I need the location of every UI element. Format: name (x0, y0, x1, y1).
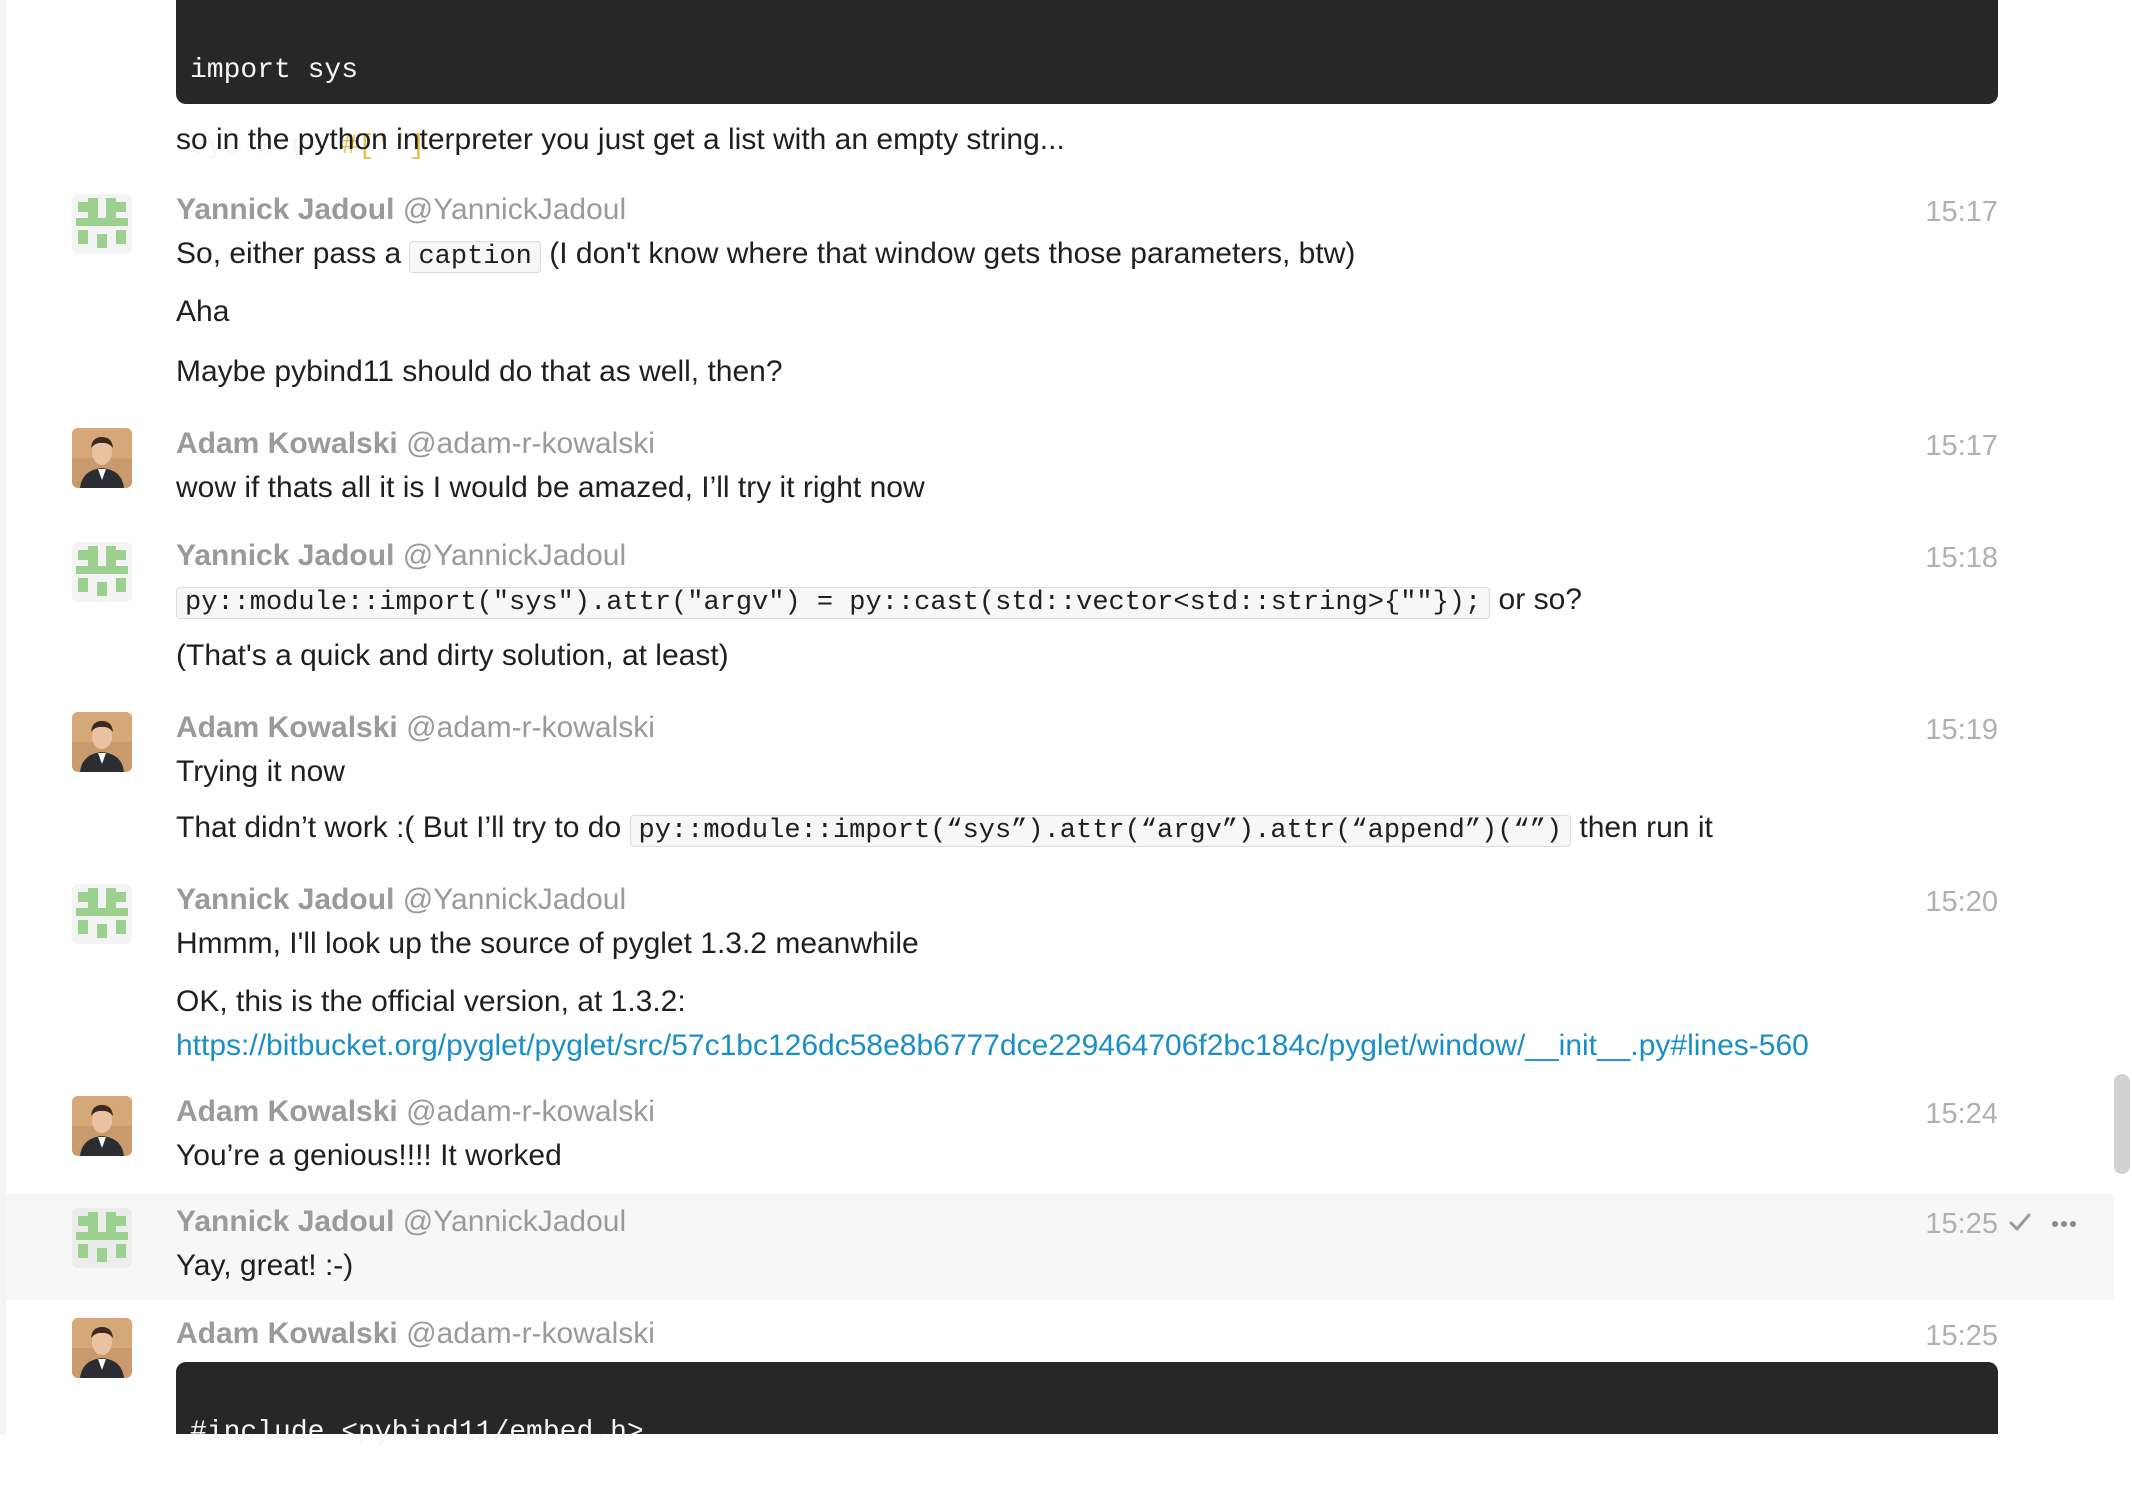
message-text: Yay, great! :-) (176, 1249, 354, 1282)
message-fragment: (I don't know where that window gets tho… (540, 237, 1356, 270)
person-photo-icon (72, 1096, 132, 1156)
person-photo-icon (72, 712, 132, 772)
identicon-icon (72, 884, 132, 944)
author-handle[interactable]: @YannickJadoul (403, 539, 626, 572)
user-avatar[interactable] (72, 1096, 132, 1156)
identicon-avatar[interactable] (72, 194, 132, 254)
person-photo-icon (72, 1318, 132, 1378)
message-link[interactable]: https://bitbucket.org/pyglet/pyglet/src/… (176, 1026, 1809, 1066)
code-line: import sys (190, 55, 359, 86)
inline-code: caption (409, 241, 541, 273)
message-text: py::module::import("sys").attr("argv") =… (176, 580, 1582, 623)
message-author[interactable]: Yannick Jadoul @YannickJadoul (176, 880, 626, 920)
message-time[interactable]: 15:25 (1925, 1204, 1998, 1244)
more-options-icon[interactable] (2050, 1210, 2078, 1238)
message-text: Aha (176, 295, 230, 328)
code-block-bottom: #include <pybind11/embed.h> (176, 1362, 1998, 1448)
message-author[interactable]: Yannick Jadoul @YannickJadoul (176, 190, 626, 230)
inline-code: py::module::import(“sys”).attr(“argv”).a… (629, 815, 1572, 847)
message-author[interactable]: Adam Kowalski @adam-r-kowalski (176, 1092, 655, 1132)
identicon-avatar[interactable] (72, 1208, 132, 1268)
identicon-icon (72, 194, 132, 254)
author-handle[interactable]: @adam-r-kowalski (406, 427, 655, 460)
message-fragment: or so? (1490, 583, 1582, 616)
message-author[interactable]: Adam Kowalski @adam-r-kowalski (176, 1314, 655, 1354)
message-time[interactable]: 15:24 (1925, 1094, 1998, 1134)
author-handle[interactable]: @YannickJadoul (403, 193, 626, 226)
author-handle[interactable]: @YannickJadoul (403, 1205, 626, 1238)
message-text: Trying it now (176, 755, 345, 788)
message-time[interactable]: 15:25 (1925, 1316, 1998, 1356)
code-block-top: import sys sys.argv #[''] (176, 0, 1998, 162)
author-name[interactable]: Adam Kowalski (176, 1095, 398, 1128)
scrollbar-thumb[interactable] (2114, 1074, 2130, 1174)
author-name[interactable]: Adam Kowalski (176, 427, 398, 460)
author-handle[interactable]: @adam-r-kowalski (406, 1095, 655, 1128)
message-text: Hmmm, I'll look up the source of pyglet … (176, 927, 919, 960)
message-text: That didn’t work :( But I’ll try to do p… (176, 808, 1713, 851)
user-avatar[interactable] (72, 712, 132, 772)
code-line: #include <pybind11/embed.h> (190, 1417, 644, 1448)
identicon-icon (72, 1208, 132, 1268)
message-author[interactable]: Adam Kowalski @adam-r-kowalski (176, 424, 655, 464)
author-handle[interactable]: @YannickJadoul (403, 883, 626, 916)
message-text: wow if thats all it is I would be amazed… (176, 471, 925, 504)
message-author[interactable]: Yannick Jadoul @YannickJadoul (176, 536, 626, 576)
author-name[interactable]: Yannick Jadoul (176, 883, 394, 916)
message-fragment: So, either pass a (176, 237, 410, 270)
message-author[interactable]: Adam Kowalski @adam-r-kowalski (176, 708, 655, 748)
message-time[interactable]: 15:20 (1925, 882, 1998, 922)
message-fragment: That didn’t work :( But I’ll try to do (176, 811, 630, 844)
author-name[interactable]: Yannick Jadoul (176, 193, 394, 226)
author-name[interactable]: Yannick Jadoul (176, 1205, 394, 1238)
identicon-avatar[interactable] (72, 542, 132, 602)
message-author[interactable]: Yannick Jadoul @YannickJadoul (176, 1202, 626, 1242)
identicon-avatar[interactable] (72, 884, 132, 944)
message-text: so in the python interpreter you just ge… (176, 123, 1065, 156)
message-text: You’re a genious!!!! It worked (176, 1139, 562, 1172)
message-time[interactable]: 15:17 (1925, 426, 1998, 466)
user-avatar[interactable] (72, 1318, 132, 1378)
author-handle[interactable]: @adam-r-kowalski (406, 711, 655, 744)
message-time[interactable]: 15:19 (1925, 710, 1998, 750)
read-check-icon (2009, 1213, 2031, 1231)
message-text: OK, this is the official version, at 1.3… (176, 985, 686, 1018)
message-time[interactable]: 15:17 (1925, 192, 1998, 232)
message-time[interactable]: 15:18 (1925, 538, 1998, 578)
person-photo-icon (72, 428, 132, 488)
user-avatar[interactable] (72, 428, 132, 488)
message-fragment: then run it (1571, 811, 1713, 844)
identicon-icon (72, 542, 132, 602)
inline-code: py::module::import("sys").attr("argv") =… (176, 587, 1491, 619)
author-name[interactable]: Adam Kowalski (176, 1317, 398, 1350)
author-name[interactable]: Yannick Jadoul (176, 539, 394, 572)
message-text: Maybe pybind11 should do that as well, t… (176, 355, 783, 388)
author-name[interactable]: Adam Kowalski (176, 711, 398, 744)
message-text: (That's a quick and dirty solution, at l… (176, 639, 729, 672)
author-handle[interactable]: @adam-r-kowalski (406, 1317, 655, 1350)
message-text: So, either pass a caption (I don't know … (176, 234, 1355, 277)
